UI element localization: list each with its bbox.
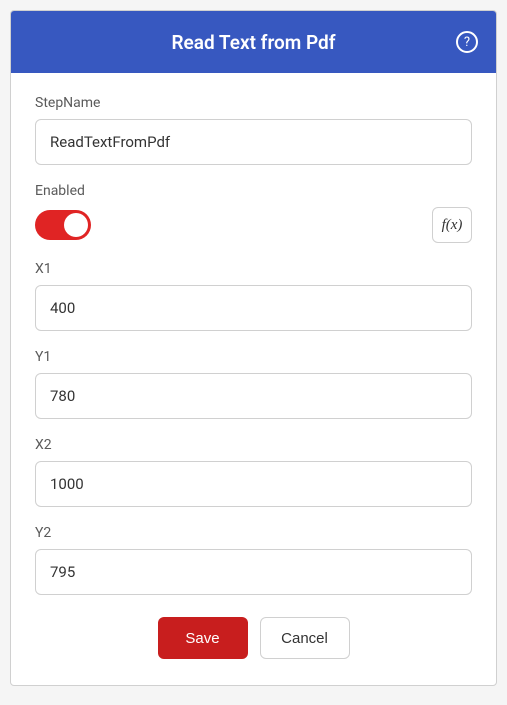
field-x1: X1: [35, 261, 472, 331]
y1-input[interactable]: [35, 373, 472, 419]
enabled-toggle[interactable]: [35, 210, 91, 240]
x2-label: X2: [35, 437, 472, 453]
toggle-knob: [64, 213, 88, 237]
y1-label: Y1: [35, 349, 472, 365]
field-x2: X2: [35, 437, 472, 507]
fx-icon: f(x): [442, 217, 463, 234]
stepname-label: StepName: [35, 95, 472, 111]
help-icon[interactable]: ?: [456, 31, 478, 53]
dialog-header: Read Text from Pdf ?: [11, 11, 496, 73]
x1-input[interactable]: [35, 285, 472, 331]
stepname-input[interactable]: [35, 119, 472, 165]
y2-input[interactable]: [35, 549, 472, 595]
dialog-body: StepName Enabled f(x) X1 Y1 X2: [11, 73, 496, 685]
enabled-label: Enabled: [35, 183, 472, 199]
field-y1: Y1: [35, 349, 472, 419]
dialog-title: Read Text from Pdf: [171, 31, 335, 54]
dialog-card: Read Text from Pdf ? StepName Enabled f(…: [10, 10, 497, 686]
save-button[interactable]: Save: [158, 617, 248, 659]
dialog-footer: Save Cancel: [35, 613, 472, 665]
field-stepname: StepName: [35, 95, 472, 165]
field-y2: Y2: [35, 525, 472, 595]
enabled-row: f(x): [35, 207, 472, 243]
x1-label: X1: [35, 261, 472, 277]
x2-input[interactable]: [35, 461, 472, 507]
cancel-button[interactable]: Cancel: [260, 617, 350, 659]
field-enabled: Enabled f(x): [35, 183, 472, 243]
fx-button[interactable]: f(x): [432, 207, 472, 243]
y2-label: Y2: [35, 525, 472, 541]
